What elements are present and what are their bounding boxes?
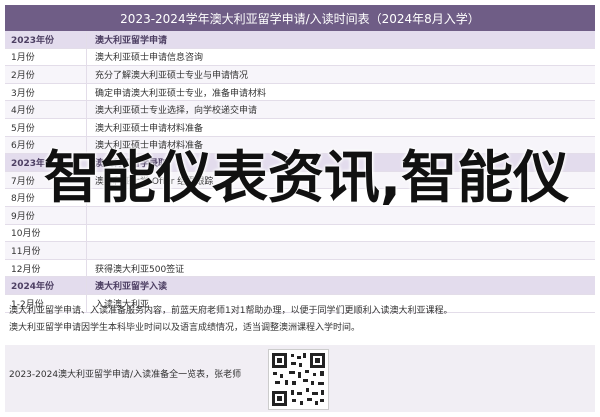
table-row: 12月份 获得澳大利亚500签证	[5, 259, 595, 278]
row-date: 2月份	[5, 66, 87, 83]
row-text: 澳大利亚硕士申请信息咨询	[95, 53, 204, 64]
row-date: 2024年份	[5, 277, 87, 294]
row-date: 12月份	[5, 259, 87, 277]
row-date: 10月份	[5, 224, 87, 242]
row-text: 确定申请澳大利亚硕士专业，准备申请材料	[95, 88, 267, 99]
row-date: 4月份	[5, 101, 87, 118]
row-date: 11月份	[5, 242, 87, 259]
table-row: 10月份	[5, 224, 595, 243]
row-date: 2023年份	[5, 31, 87, 48]
row-text: 澳大利亚留学申请	[95, 35, 168, 46]
footer-text: 2023-2024澳大利亚留学申请/入读准备全一览表，张老师	[9, 370, 242, 380]
row-text: 澳大利亚硕士专业选择，向学校递交申请	[95, 106, 258, 117]
table-row: 3月份 确定申请澳大利亚硕士专业，准备申请材料	[5, 83, 595, 102]
note-line-2: 澳大利亚留学申请因学生本科毕业时间以及语言成绩情况，适当调整澳洲课程入学时间。	[9, 323, 361, 333]
document: 2023-2024学年澳大利亚留学申请/入读时间表（2024年8月入学） 202…	[5, 5, 595, 412]
row-date: 3月份	[5, 83, 87, 101]
table-row: 4月份 澳大利亚硕士专业选择，向学校递交申请	[5, 101, 595, 119]
qr-code-graphic	[272, 353, 325, 406]
table-title: 2023-2024学年澳大利亚留学申请/入读时间表（2024年8月入学）	[5, 5, 595, 31]
notes: 澳大利亚留学申请、入读准备服务内容，前蓝天府老师1对1帮助办理，以便于同学们更顺…	[5, 303, 595, 337]
footer-band: 2023-2024澳大利亚留学申请/入读准备全一览表，张老师	[5, 345, 595, 412]
row-text: 获得澳大利亚500签证	[95, 264, 185, 275]
row-date: 1月份	[5, 48, 87, 66]
table-row: 11月份	[5, 242, 595, 260]
note-line-1: 澳大利亚留学申请、入读准备服务内容，前蓝天府老师1对1帮助办理，以便于同学们更顺…	[9, 306, 453, 316]
row-text: 澳大利亚硕士申请材料准备	[95, 123, 204, 134]
row-text: 充分了解澳大利亚硕士专业与申请情况	[95, 70, 249, 81]
table-section-row: 2023年份 澳大利亚留学申请	[5, 31, 595, 49]
table-section-row: 2024年份 澳大利亚留学入读	[5, 277, 595, 295]
qr-code-icon	[268, 349, 329, 410]
table-row: 1月份 澳大利亚硕士申请信息咨询	[5, 48, 595, 67]
row-text	[87, 225, 595, 242]
row-text	[87, 242, 595, 259]
row-date: 5月份	[5, 118, 87, 136]
row-text: 澳大利亚留学入读	[95, 282, 168, 293]
overlay-headline: 智能仪表资讯,智能仪	[43, 146, 570, 211]
table-row: 5月份 澳大利亚硕士申请材料准备	[5, 118, 595, 137]
table-row: 2月份 充分了解澳大利亚硕士专业与申请情况	[5, 66, 595, 84]
